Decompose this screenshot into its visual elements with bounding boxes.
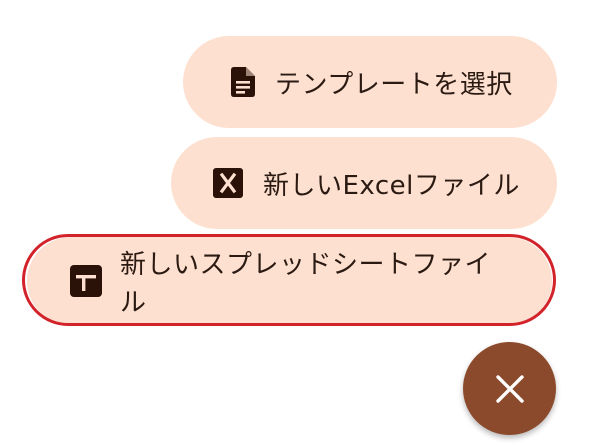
- close-icon: [493, 372, 527, 406]
- select-template-button[interactable]: テンプレートを選択: [183, 36, 557, 128]
- new-excel-file-label: 新しいExcelファイル: [263, 170, 520, 201]
- new-excel-file-button[interactable]: 新しいExcelファイル: [171, 137, 557, 229]
- new-spreadsheet-file-button[interactable]: 新しいスプレッドシートファイル: [27, 237, 552, 325]
- excel-icon: [213, 168, 243, 198]
- fab-menu: テンプレートを選択 新しいExcelファイル 新しいスプレッドシートファイル: [0, 0, 600, 445]
- spreadsheet-plus-icon: [70, 265, 102, 297]
- select-template-label: テンプレートを選択: [275, 69, 513, 100]
- close-fab-button[interactable]: [463, 342, 556, 435]
- new-spreadsheet-file-label: 新しいスプレッドシートファイル: [120, 250, 492, 318]
- document-icon: [231, 67, 255, 97]
